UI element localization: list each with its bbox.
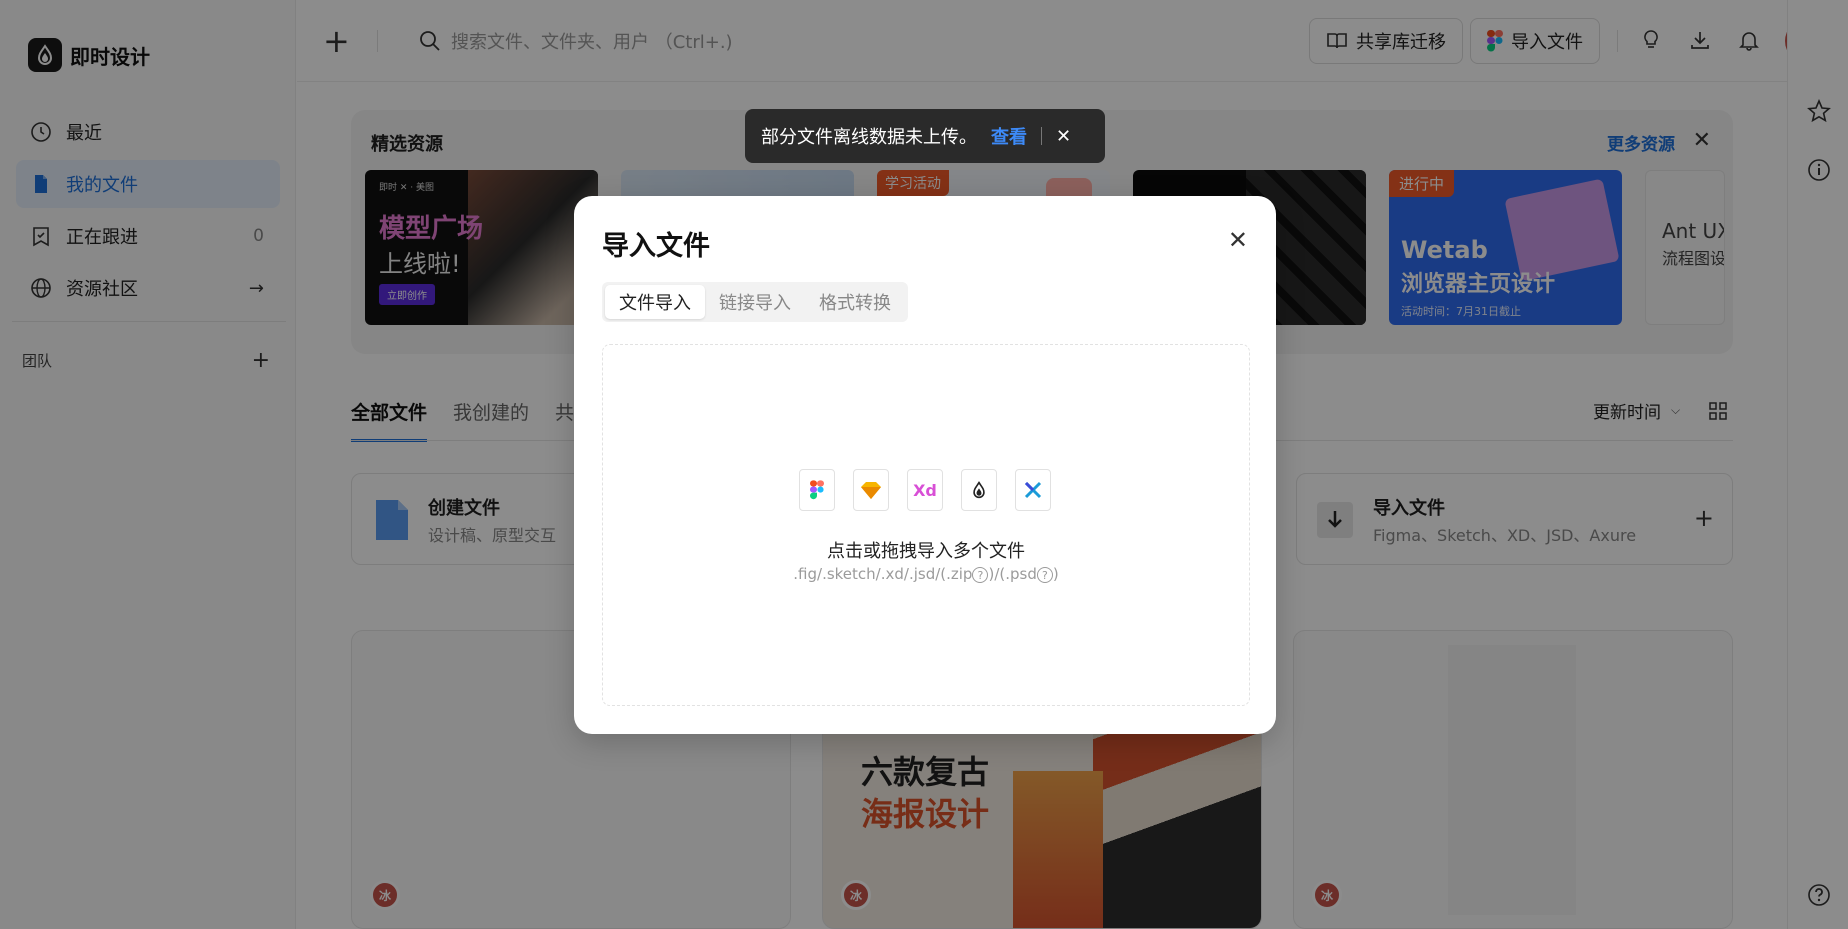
toast-divider [1041, 127, 1042, 145]
dialog-title: 导入文件 [602, 231, 710, 262]
tab-link-import[interactable]: 链接导入 [705, 285, 805, 319]
axure-icon [1015, 469, 1051, 511]
formats-text: .fig/.sketch/.xd/.jsd/(.zip [793, 565, 973, 583]
supported-formats: .fig/.sketch/.xd/.jsd/(.zip?)/(.psd?) [603, 565, 1249, 583]
drop-instruction: 点击或拖拽导入多个文件 [827, 541, 1025, 562]
file-drop-zone[interactable]: Xd 点击或拖拽导入多个文件 .fig/.sketch/.xd/.jsd/(.z… [602, 344, 1250, 706]
import-mode-tabs: 文件导入 链接导入 格式转换 [602, 282, 908, 322]
supported-format-icons: Xd [799, 469, 1051, 511]
sketch-icon [853, 469, 889, 511]
offline-data-toast: 部分文件离线数据未上传。 查看 ✕ [745, 109, 1105, 163]
toast-view-link[interactable]: 查看 [991, 123, 1027, 149]
jsd-icon [961, 469, 997, 511]
tab-format-convert[interactable]: 格式转换 [805, 285, 905, 319]
import-file-dialog: 导入文件 ✕ 文件导入 链接导入 格式转换 Xd 点击或拖拽导入多个文件 .fi… [574, 196, 1276, 734]
figma-icon [799, 469, 835, 511]
close-icon[interactable]: ✕ [1056, 126, 1071, 147]
toast-message: 部分文件离线数据未上传。 [761, 127, 977, 148]
xd-icon: Xd [907, 469, 943, 511]
formats-text: ) [1052, 565, 1059, 583]
help-icon[interactable]: ? [1036, 567, 1053, 583]
formats-text: )/(.psd [988, 565, 1037, 583]
close-icon[interactable]: ✕ [1228, 226, 1248, 254]
help-icon[interactable]: ? [972, 567, 989, 583]
tab-file-import[interactable]: 文件导入 [605, 285, 705, 319]
